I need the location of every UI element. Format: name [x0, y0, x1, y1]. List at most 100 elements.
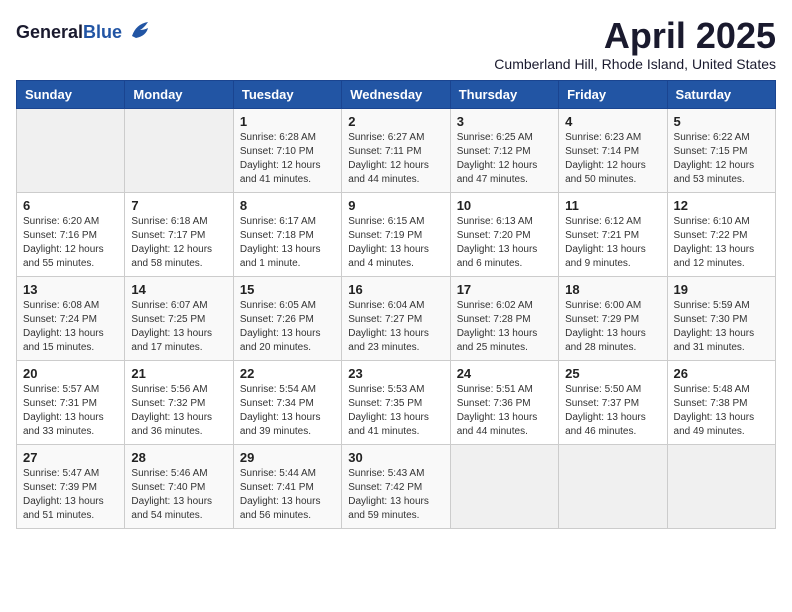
day-number: 15 — [240, 282, 335, 297]
day-number: 22 — [240, 366, 335, 381]
calendar-cell: 25Sunrise: 5:50 AMSunset: 7:37 PMDayligh… — [559, 360, 667, 444]
weekday-header: Saturday — [667, 80, 775, 108]
cell-info: Sunrise: 6:23 AMSunset: 7:14 PMDaylight:… — [565, 131, 660, 187]
cell-info: Sunrise: 6:02 AMSunset: 7:28 PMDaylight:… — [457, 299, 552, 355]
day-number: 17 — [457, 282, 552, 297]
cell-info: Sunrise: 6:27 AMSunset: 7:11 PMDaylight:… — [348, 131, 443, 187]
calendar-cell: 28 Sunrise: 5:46 AMSunset: 7:40 PMDayligh… — [125, 444, 233, 528]
cell-info: Sunrise: 6:13 AMSunset: 7:20 PMDaylight:… — [457, 215, 552, 271]
day-number: 21 — [131, 366, 226, 381]
calendar-cell: 5Sunrise: 6:22 AMSunset: 7:15 PMDaylight… — [667, 108, 775, 192]
day-number: 18 — [565, 282, 660, 297]
logo-bird-icon — [126, 16, 154, 50]
day-number: 28 — [131, 450, 226, 465]
day-number: 9 — [348, 198, 443, 213]
calendar-cell: 7Sunrise: 6:18 AMSunset: 7:17 PMDaylight… — [125, 192, 233, 276]
title-block: April 2025 Cumberland Hill, Rhode Island… — [494, 16, 776, 72]
calendar-header-row: SundayMondayTuesdayWednesdayThursdayFrid… — [17, 80, 776, 108]
day-number: 8 — [240, 198, 335, 213]
logo-text: GeneralBlue — [16, 22, 122, 42]
cell-info: Sunrise: 5:56 AMSunset: 7:32 PMDaylight:… — [131, 383, 226, 439]
day-number: 20 — [23, 366, 118, 381]
calendar-cell: 16 Sunrise: 6:04 AMSunset: 7:27 PMDayligh… — [342, 276, 450, 360]
calendar-cell: 29Sunrise: 5:44 AMSunset: 7:41 PMDayligh… — [233, 444, 341, 528]
day-number: 27 — [23, 450, 118, 465]
calendar-cell: 4 Sunrise: 6:23 AMSunset: 7:14 PMDaylight… — [559, 108, 667, 192]
location-title: Cumberland Hill, Rhode Island, United St… — [494, 56, 776, 72]
cell-info: Sunrise: 6:25 AMSunset: 7:12 PMDaylight:… — [457, 131, 552, 187]
month-title: April 2025 — [494, 16, 776, 56]
day-number: 14 — [131, 282, 226, 297]
cell-info: Sunrise: 5:43 AMSunset: 7:42 PMDaylight:… — [348, 467, 443, 523]
logo-general: General — [16, 22, 83, 42]
page-header: GeneralBlue April 2025 Cumberland Hill, … — [16, 16, 776, 72]
day-number: 23 — [348, 366, 443, 381]
calendar-cell: 14 Sunrise: 6:07 AMSunset: 7:25 PMDayligh… — [125, 276, 233, 360]
calendar-cell: 13 Sunrise: 6:08 AMSunset: 7:24 PMDayligh… — [17, 276, 125, 360]
calendar-cell: 21 Sunrise: 5:56 AMSunset: 7:32 PMDayligh… — [125, 360, 233, 444]
cell-info: Sunrise: 6:05 AMSunset: 7:26 PMDaylight:… — [240, 299, 335, 355]
calendar-cell: 18 Sunrise: 6:00 AMSunset: 7:29 PMDayligh… — [559, 276, 667, 360]
day-number: 25 — [565, 366, 660, 381]
calendar-cell — [667, 444, 775, 528]
logo: GeneralBlue — [16, 16, 154, 50]
calendar-cell: 24 Sunrise: 5:51 AMSunset: 7:36 PMDayligh… — [450, 360, 558, 444]
day-number: 3 — [457, 114, 552, 129]
calendar-cell — [125, 108, 233, 192]
calendar-cell: 8Sunrise: 6:17 AMSunset: 7:18 PMDaylight… — [233, 192, 341, 276]
day-number: 24 — [457, 366, 552, 381]
calendar-cell: 1Sunrise: 6:28 AMSunset: 7:10 PMDaylight… — [233, 108, 341, 192]
day-number: 29 — [240, 450, 335, 465]
day-number: 4 — [565, 114, 660, 129]
calendar-cell: 26 Sunrise: 5:48 AMSunset: 7:38 PMDayligh… — [667, 360, 775, 444]
calendar-cell: 20 Sunrise: 5:57 AMSunset: 7:31 PMDayligh… — [17, 360, 125, 444]
calendar-cell: 2 Sunrise: 6:27 AMSunset: 7:11 PMDaylight… — [342, 108, 450, 192]
cell-info: Sunrise: 6:04 AMSunset: 7:27 PMDaylight:… — [348, 299, 443, 355]
calendar-table: SundayMondayTuesdayWednesdayThursdayFrid… — [16, 80, 776, 529]
day-number: 10 — [457, 198, 552, 213]
calendar-cell: 27 Sunrise: 5:47 AMSunset: 7:39 PMDayligh… — [17, 444, 125, 528]
day-number: 13 — [23, 282, 118, 297]
calendar-cell: 3 Sunrise: 6:25 AMSunset: 7:12 PMDaylight… — [450, 108, 558, 192]
cell-info: Sunrise: 5:57 AMSunset: 7:31 PMDaylight:… — [23, 383, 118, 439]
cell-info: Sunrise: 6:28 AMSunset: 7:10 PMDaylight:… — [240, 131, 335, 187]
cell-info: Sunrise: 5:59 AMSunset: 7:30 PMDaylight:… — [674, 299, 769, 355]
weekday-header: Wednesday — [342, 80, 450, 108]
day-number: 16 — [348, 282, 443, 297]
calendar-cell: 22 Sunrise: 5:54 AMSunset: 7:34 PMDayligh… — [233, 360, 341, 444]
cell-info: Sunrise: 5:46 AMSunset: 7:40 PMDaylight:… — [131, 467, 226, 523]
cell-info: Sunrise: 6:12 AMSunset: 7:21 PMDaylight:… — [565, 215, 660, 271]
day-number: 19 — [674, 282, 769, 297]
cell-info: Sunrise: 5:47 AMSunset: 7:39 PMDaylight:… — [23, 467, 118, 523]
weekday-header: Friday — [559, 80, 667, 108]
cell-info: Sunrise: 5:48 AMSunset: 7:38 PMDaylight:… — [674, 383, 769, 439]
calendar-week-row: 20 Sunrise: 5:57 AMSunset: 7:31 PMDayligh… — [17, 360, 776, 444]
cell-info: Sunrise: 6:00 AMSunset: 7:29 PMDaylight:… — [565, 299, 660, 355]
cell-info: Sunrise: 6:20 AMSunset: 7:16 PMDaylight:… — [23, 215, 118, 271]
calendar-week-row: 13 Sunrise: 6:08 AMSunset: 7:24 PMDayligh… — [17, 276, 776, 360]
calendar-cell: 12Sunrise: 6:10 AMSunset: 7:22 PMDayligh… — [667, 192, 775, 276]
weekday-header: Tuesday — [233, 80, 341, 108]
calendar-cell: 10 Sunrise: 6:13 AMSunset: 7:20 PMDayligh… — [450, 192, 558, 276]
calendar-week-row: 6Sunrise: 6:20 AMSunset: 7:16 PMDaylight… — [17, 192, 776, 276]
cell-info: Sunrise: 6:18 AMSunset: 7:17 PMDaylight:… — [131, 215, 226, 271]
cell-info: Sunrise: 6:07 AMSunset: 7:25 PMDaylight:… — [131, 299, 226, 355]
calendar-cell: 9Sunrise: 6:15 AMSunset: 7:19 PMDaylight… — [342, 192, 450, 276]
cell-info: Sunrise: 5:54 AMSunset: 7:34 PMDaylight:… — [240, 383, 335, 439]
calendar-week-row: 1Sunrise: 6:28 AMSunset: 7:10 PMDaylight… — [17, 108, 776, 192]
calendar-cell: 19 Sunrise: 5:59 AMSunset: 7:30 PMDayligh… — [667, 276, 775, 360]
day-number: 30 — [348, 450, 443, 465]
calendar-cell — [450, 444, 558, 528]
calendar-cell: 23Sunrise: 5:53 AMSunset: 7:35 PMDayligh… — [342, 360, 450, 444]
calendar-cell: 11 Sunrise: 6:12 AMSunset: 7:21 PMDayligh… — [559, 192, 667, 276]
day-number: 11 — [565, 198, 660, 213]
calendar-cell — [559, 444, 667, 528]
cell-info: Sunrise: 5:51 AMSunset: 7:36 PMDaylight:… — [457, 383, 552, 439]
cell-info: Sunrise: 6:08 AMSunset: 7:24 PMDaylight:… — [23, 299, 118, 355]
calendar-cell: 15 Sunrise: 6:05 AMSunset: 7:26 PMDayligh… — [233, 276, 341, 360]
weekday-header: Monday — [125, 80, 233, 108]
day-number: 2 — [348, 114, 443, 129]
calendar-cell: 6Sunrise: 6:20 AMSunset: 7:16 PMDaylight… — [17, 192, 125, 276]
day-number: 5 — [674, 114, 769, 129]
day-number: 26 — [674, 366, 769, 381]
